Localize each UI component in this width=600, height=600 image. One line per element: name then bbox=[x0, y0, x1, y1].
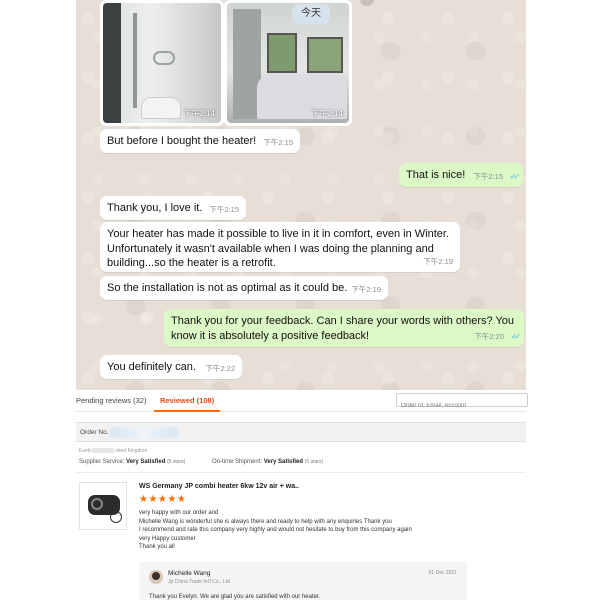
supplier-service-label: Supplier Service: bbox=[79, 459, 125, 465]
star-rating: ★★★★★ bbox=[139, 494, 187, 505]
message-time: 下午2:19 bbox=[351, 284, 381, 294]
outgoing-message[interactable]: Thank you for your feedback. Can I share… bbox=[164, 309, 524, 347]
read-receipt-icon: ✓✓ bbox=[509, 171, 521, 181]
message-text: You definitely can. bbox=[107, 361, 196, 373]
message-time: 下午2:14 bbox=[311, 109, 343, 118]
order-search-box[interactable] bbox=[396, 393, 528, 412]
bedroom-photo: 下午2:14 bbox=[227, 3, 349, 123]
message-text: Thank you for your feedback. Can I share… bbox=[171, 315, 515, 342]
incoming-message[interactable]: So the installation is not as optimal as… bbox=[100, 276, 388, 300]
order-search-input[interactable] bbox=[397, 400, 527, 412]
incoming-message[interactable]: You definitely can. 下午2:22 bbox=[100, 355, 242, 379]
divider bbox=[76, 472, 526, 473]
photo-message-bedroom[interactable]: 下午2:14 bbox=[224, 0, 352, 126]
message-time: 下午2:20 bbox=[474, 331, 504, 341]
message-time: 下午2:15 bbox=[473, 171, 503, 181]
review-line: very Happy customer bbox=[139, 535, 196, 542]
message-text: But before I bought the heater! bbox=[107, 135, 257, 147]
review-line: Michelle Wang is wonderful she is always… bbox=[139, 518, 392, 525]
incoming-message[interactable]: Your heater has made it possible to live… bbox=[100, 222, 460, 272]
message-time: 下午2:22 bbox=[205, 363, 235, 373]
read-receipt-icon: ✓✓ bbox=[510, 331, 522, 341]
reply-text: Thank you Evelyn. We are glad you are sa… bbox=[149, 594, 321, 600]
message-text: That is nice! bbox=[406, 169, 466, 181]
supplier-service-stars: (5 stars) bbox=[167, 459, 186, 465]
avatar bbox=[149, 570, 163, 584]
buyer-info: Evely nited Kingdom bbox=[79, 448, 147, 454]
ontime-value: Very Satisfied bbox=[263, 459, 304, 465]
buyer-name: Evely bbox=[79, 448, 92, 454]
incoming-message[interactable]: Thank you, I love it. 下午2:15 bbox=[100, 196, 246, 220]
active-tab-indicator bbox=[154, 410, 220, 412]
message-text: So the installation is not as optimal as… bbox=[107, 282, 348, 294]
review-text: very happy with our order and Michelle W… bbox=[139, 509, 469, 552]
redacted-block bbox=[92, 448, 115, 454]
outgoing-message[interactable]: That is nice! 下午2:15 ✓✓ bbox=[399, 163, 523, 187]
photo-message-shower[interactable]: 下午2:14 bbox=[100, 0, 224, 126]
tab-reviewed[interactable]: Reviewed (108) bbox=[160, 396, 214, 405]
reply-company: Jp China Trade Int'l Co., Ltd bbox=[168, 579, 230, 585]
message-text: Your heater has made it possible to live… bbox=[107, 228, 449, 269]
message-time: 下午2:19 bbox=[423, 256, 453, 266]
message-time: 下午2:15 bbox=[263, 137, 293, 147]
message-time: 下午2:14 bbox=[183, 109, 215, 118]
message-time: 下午2:15 bbox=[209, 204, 239, 214]
incoming-message[interactable]: But before I bought the heater! 下午2:15 bbox=[100, 129, 300, 153]
review-line: I recommend and rate this company very h… bbox=[139, 527, 412, 533]
order-number-label: Order No. bbox=[80, 429, 109, 436]
supplier-service-value: Very Satisfied bbox=[126, 459, 166, 465]
review-line: Thank you all bbox=[139, 544, 175, 550]
tab-pending-reviews[interactable]: Pending reviews (32) bbox=[76, 396, 146, 405]
review-line: very happy with our order and bbox=[139, 510, 219, 516]
order-number-redacted bbox=[110, 427, 178, 438]
review-tabs: Pending reviews (32) Reviewed (108) bbox=[76, 390, 528, 412]
supplier-reply: Michelle Wang Jp China Trade Int'l Co., … bbox=[139, 562, 467, 600]
buyer-country: nited Kingdom bbox=[115, 448, 148, 454]
ontime-stars: (5 stars) bbox=[304, 459, 324, 465]
product-title-link[interactable]: WS Germany JP combi heater 6kw 12v air +… bbox=[139, 483, 299, 490]
reply-date: 01 Dec 2021 bbox=[428, 570, 457, 576]
date-badge: 今天 bbox=[292, 4, 330, 24]
message-text: Thank you, I love it. bbox=[107, 202, 203, 214]
ontime-shipment-rating: On-time Shipment: Very Satisfied (5 star… bbox=[212, 459, 323, 465]
product-image[interactable] bbox=[79, 482, 127, 530]
reply-author: Michelle Wang bbox=[168, 570, 211, 577]
chat-panel: 下午2:14 下午2:14 今天 But before I bought the… bbox=[76, 0, 526, 390]
shower-photo: 下午2:14 bbox=[103, 3, 221, 123]
ontime-label: On-time Shipment: bbox=[212, 459, 263, 465]
supplier-service-rating: Supplier Service: Very Satisfied (5 star… bbox=[79, 459, 185, 465]
order-header: Order No. bbox=[76, 422, 526, 442]
